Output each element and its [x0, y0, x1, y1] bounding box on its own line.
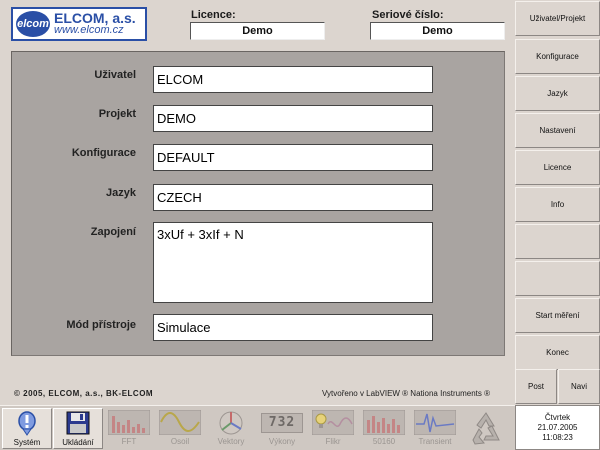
elcom-logo-mark: elcom — [16, 11, 50, 37]
navi-button[interactable]: Navi — [558, 369, 600, 404]
language-label: Jazyk — [106, 187, 136, 199]
bottom-toolbar: Systém Ukládání FFT Osoil Vektory 732 Vý… — [0, 405, 515, 450]
time: 11:08:23 — [542, 432, 573, 442]
app-window: elcom ELCOM, a.s. www.elcom.cz Licence: … — [0, 0, 600, 450]
tool-flicker[interactable]: Flikr — [308, 408, 358, 449]
language-field[interactable]: CZECH — [153, 184, 433, 211]
tool-oscilloscope[interactable]: Osoil — [155, 408, 205, 449]
histogram-icon — [363, 410, 405, 435]
start-measurement-button[interactable]: Start měření — [515, 298, 600, 333]
exit-button[interactable]: Konec — [515, 335, 600, 370]
tool-system[interactable]: Systém — [2, 408, 52, 449]
bulb-wave-icon — [312, 410, 354, 435]
digit-display-icon: 732 — [261, 410, 303, 435]
labview-credit: Vytvořeno v LabVIEW ® Nationa Instrument… — [322, 389, 491, 398]
sidebar-item-empty-1[interactable] — [515, 224, 600, 259]
connection-label: Zapojení — [90, 226, 136, 238]
tool-vectors[interactable]: Vektory — [206, 408, 256, 449]
tool-transient[interactable]: Transient — [410, 408, 460, 449]
fft-bars-icon — [108, 410, 150, 435]
tool-power[interactable]: 732 Výkony — [257, 408, 307, 449]
weekday: Čtvrtek — [544, 412, 571, 422]
tool-storage[interactable]: Ukládání — [53, 408, 103, 449]
date: 21.07.2005 — [537, 422, 578, 432]
recycle-icon — [465, 409, 507, 446]
project-label: Projekt — [98, 108, 136, 120]
project-info-panel: Uživatel ELCOM Projekt DEMO Konfigurace … — [11, 51, 505, 356]
tool-recycle[interactable] — [461, 408, 511, 449]
floppy-disk-icon — [57, 411, 99, 436]
tool-fft[interactable]: FFT — [104, 408, 154, 449]
sidebar-item-user-project[interactable]: Uživatel/Projekt — [515, 1, 600, 36]
transient-icon — [414, 410, 456, 435]
company-name: ELCOM, a.s. — [54, 10, 136, 26]
sidebar-menu: Uživatel/Projekt Konfigurace Jazyk Nasta… — [515, 0, 600, 405]
user-field[interactable]: ELCOM — [153, 66, 433, 93]
sidebar-item-licence[interactable]: Licence — [515, 150, 600, 185]
serial-value: Demo — [370, 22, 505, 40]
connection-field[interactable]: 3xUf + 3xIf + N — [153, 222, 433, 303]
device-mode-label: Mód přístroje — [66, 319, 136, 331]
tool-en50160[interactable]: 50160 — [359, 408, 409, 449]
licence-label: Licence: — [191, 9, 236, 21]
configuration-field[interactable]: DEFAULT — [153, 144, 433, 171]
sidebar-item-language[interactable]: Jazyk — [515, 76, 600, 111]
info-bubble-icon — [6, 411, 48, 436]
date-time-display: Čtvrtek 21.07.2005 11:08:23 — [515, 405, 600, 450]
vector-diagram-icon — [210, 410, 252, 435]
licence-value: Demo — [190, 22, 325, 40]
serial-label: Seriové číslo: — [372, 9, 444, 21]
sine-wave-icon — [159, 410, 201, 435]
device-mode-field[interactable]: Simulace — [153, 314, 433, 341]
copyright-text: © 2005, ELCOM, a.s., BK-ELCOM — [14, 389, 154, 398]
user-label: Uživatel — [94, 69, 136, 81]
configuration-label: Konfigurace — [71, 147, 136, 159]
company-url: www.elcom.cz — [54, 24, 124, 36]
sidebar-item-info[interactable]: Info — [515, 187, 600, 222]
project-field[interactable]: DEMO — [153, 105, 433, 132]
post-button[interactable]: Post — [515, 369, 557, 404]
sidebar-item-empty-2[interactable] — [515, 261, 600, 296]
elcom-logo: elcom ELCOM, a.s. www.elcom.cz — [11, 7, 147, 41]
sidebar-item-configuration[interactable]: Konfigurace — [515, 39, 600, 74]
sidebar-item-settings[interactable]: Nastavení — [515, 113, 600, 148]
